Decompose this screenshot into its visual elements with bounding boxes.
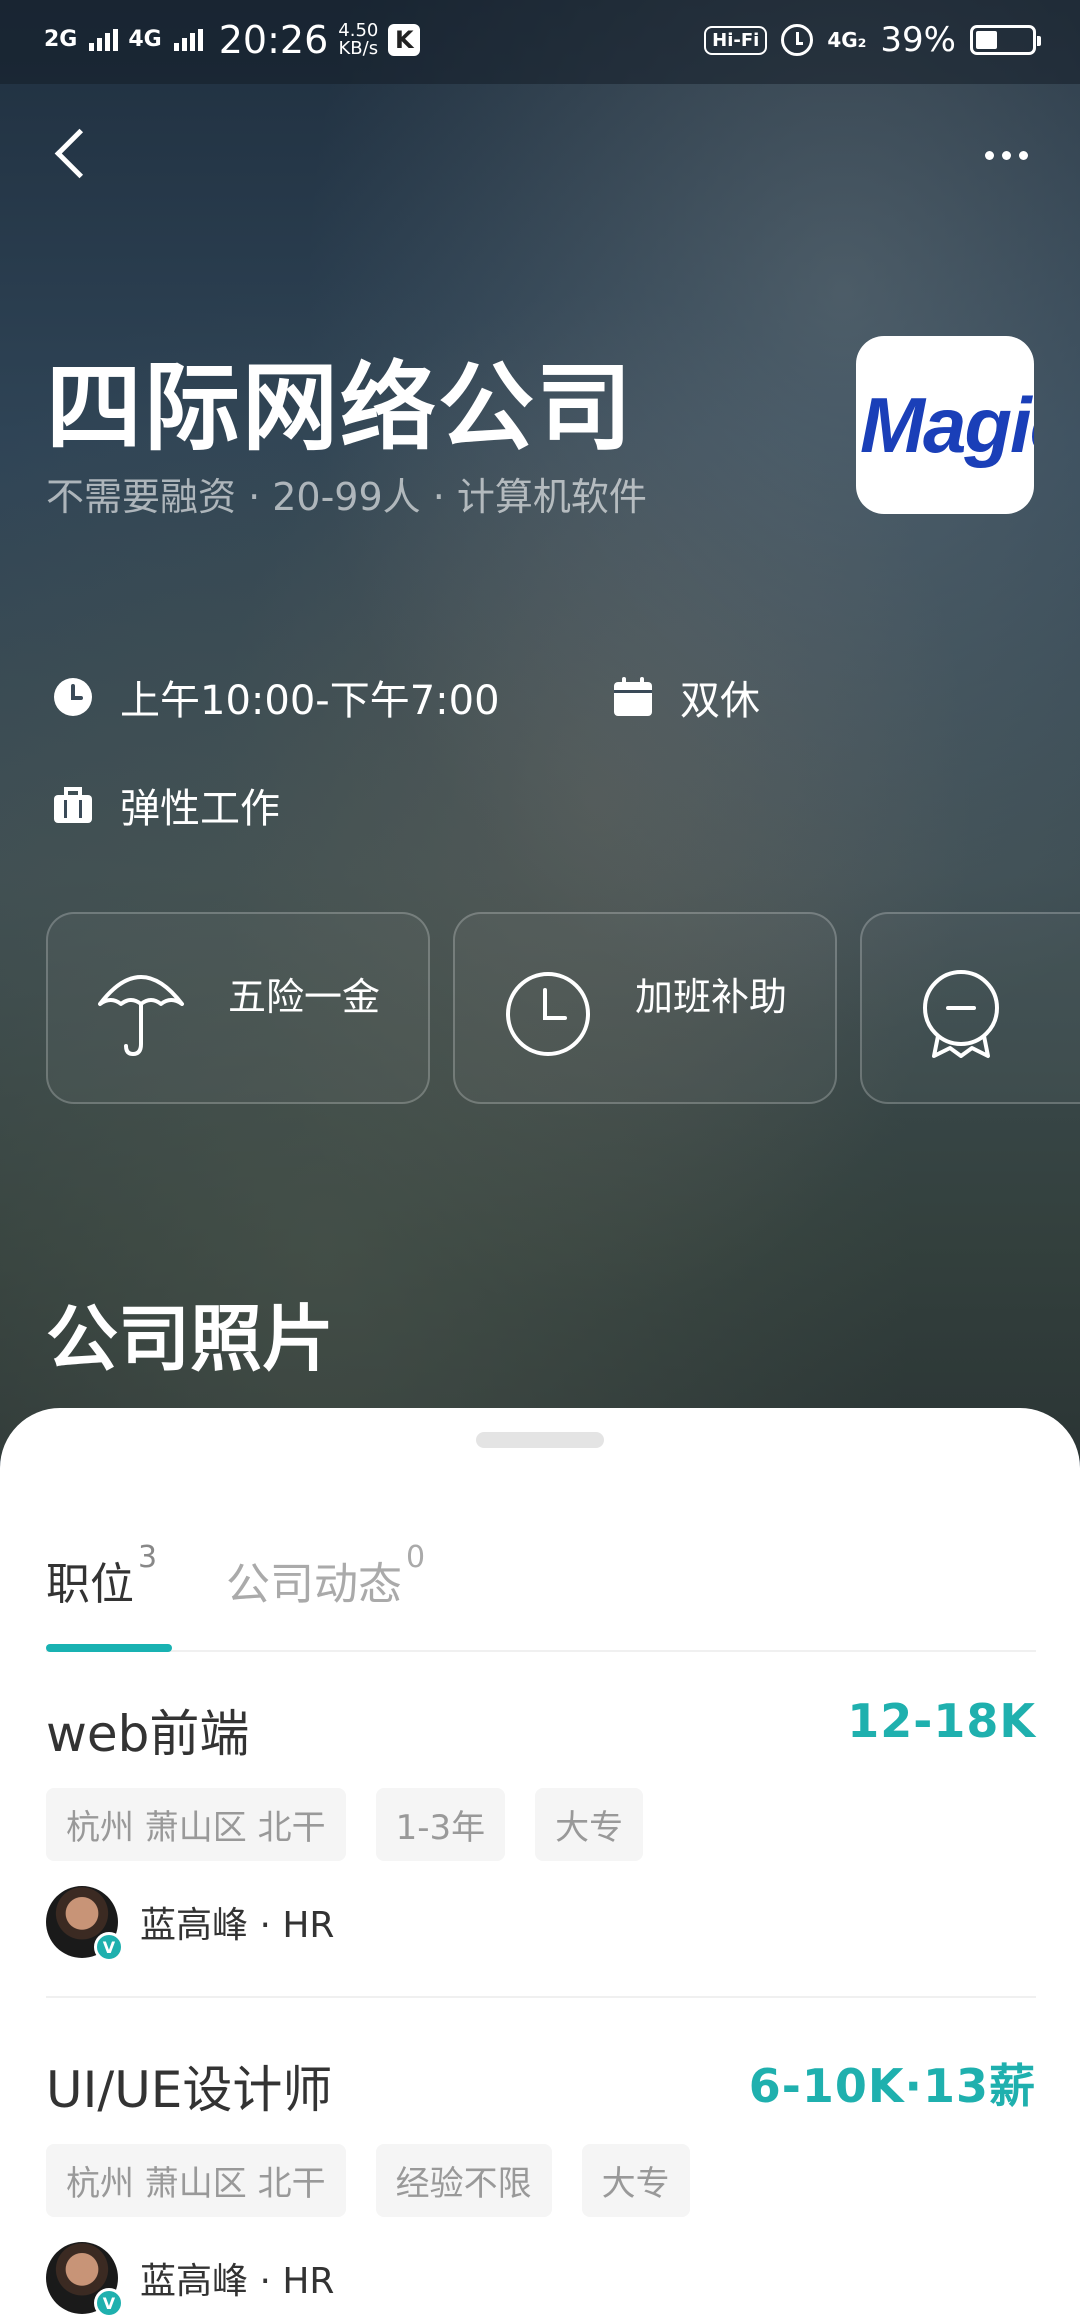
verified-badge-icon: V xyxy=(94,1932,124,1962)
recruiter-name: 蓝高峰 · HR xyxy=(140,2261,335,2302)
company-logo-text: Magic xyxy=(860,380,1034,469)
flex-work-text: 弹性工作 xyxy=(120,786,280,832)
clock-time: 20:26 xyxy=(218,18,329,62)
alarm-icon xyxy=(781,24,814,56)
company-header-background xyxy=(0,0,1080,1460)
status-bar: 2G 4G 20:26 4.50 KB/s K Hi-Fi 4G₂ 39% xyxy=(0,0,1080,84)
medal-icon xyxy=(923,970,999,1058)
verified-badge-icon: V xyxy=(94,2288,124,2316)
sheet-drag-handle[interactable] xyxy=(476,1432,604,1448)
battery-icon xyxy=(970,25,1041,55)
tab-company-news-label: 公司动态 xyxy=(226,1559,402,1610)
hifi-icon: Hi-Fi xyxy=(704,25,768,55)
job-tags: 杭州 萧山区 北干 经验不限 大专 xyxy=(46,2144,690,2217)
weekend-row: 双休 xyxy=(612,668,760,726)
jobs-sheet: 职位3 公司动态0 web前端 12-18K 杭州 萧山区 北干 1-3年 大专… xyxy=(0,1408,1080,2316)
battery-percent: 39% xyxy=(880,20,956,60)
recruiter: V 蓝高峰 · HR xyxy=(46,2242,335,2316)
company-photos-title: 公司照片 xyxy=(46,1297,335,1381)
job-title: web前端 xyxy=(46,1705,250,1763)
tab-bar: 职位3 公司动态0 xyxy=(46,1540,1036,1652)
back-button[interactable] xyxy=(44,120,104,190)
job-location-tag: 杭州 萧山区 北干 xyxy=(46,1788,346,1861)
benefit-label: 五险一金 xyxy=(228,975,381,1019)
avatar: V xyxy=(46,2242,124,2316)
tab-positions-label: 职位 xyxy=(46,1559,134,1610)
job-education-tag: 大专 xyxy=(581,2144,690,2217)
company-name: 四际网络公司 xyxy=(46,352,634,464)
benefit-card[interactable]: 加班补助 xyxy=(453,912,837,1104)
tab-company-news-count: 0 xyxy=(406,1540,426,1575)
job-experience-tag: 1-3年 xyxy=(375,1788,506,1861)
battery-fill xyxy=(976,31,997,49)
tab-positions[interactable]: 职位3 xyxy=(46,1540,157,1612)
job-item[interactable]: UI/UE设计师 6-10K·13薪 杭州 萧山区 北干 经验不限 大专 V 蓝… xyxy=(46,2050,1036,2316)
network-speed-unit: KB/s xyxy=(338,38,379,59)
tab-positions-count: 3 xyxy=(138,1540,158,1575)
avatar: V xyxy=(46,1886,124,1962)
umbrella-icon xyxy=(98,975,184,1057)
benefit-label: 加班补助 xyxy=(635,975,788,1019)
job-title: UI/UE设计师 xyxy=(46,2061,333,2119)
work-hours-text: 上午10:00-下午7:00 xyxy=(120,678,500,724)
company-logo: Magic xyxy=(856,336,1034,514)
job-experience-tag: 经验不限 xyxy=(375,2144,552,2217)
clock-icon xyxy=(506,972,590,1056)
calendar-icon xyxy=(614,677,652,716)
weekend-text: 双休 xyxy=(680,678,760,724)
benefit-card[interactable] xyxy=(860,912,1080,1104)
job-salary: 12-18K xyxy=(847,1694,1036,1748)
benefit-card[interactable]: 五险一金 xyxy=(46,912,430,1104)
job-item[interactable]: web前端 12-18K 杭州 萧山区 北干 1-3年 大专 V 蓝高峰 · H… xyxy=(46,1694,1036,1962)
signal-bars-icon xyxy=(89,29,119,51)
job-education-tag: 大专 xyxy=(535,1788,644,1861)
active-tab-indicator xyxy=(46,1644,172,1652)
app-notification-icon: K xyxy=(388,24,421,56)
flex-work-row: 弹性工作 xyxy=(52,776,280,834)
signal-2g-label: 2G xyxy=(44,27,78,52)
job-tags: 杭州 萧山区 北干 1-3年 大专 xyxy=(46,1788,644,1861)
more-options-button[interactable] xyxy=(976,140,1036,170)
company-meta: 不需要融资 · 20-99人 · 计算机软件 xyxy=(46,475,647,519)
briefcase-icon xyxy=(54,787,92,823)
tab-company-news[interactable]: 公司动态0 xyxy=(226,1540,425,1612)
signal-4g-label: 4G xyxy=(128,27,162,52)
recruiter-name: 蓝高峰 · HR xyxy=(140,1905,335,1946)
divider xyxy=(46,1996,1036,1998)
job-location-tag: 杭州 萧山区 北干 xyxy=(46,2144,346,2217)
signal-bars-icon xyxy=(173,29,203,51)
work-hours-row: 上午10:00-下午7:00 xyxy=(52,668,500,726)
network-speed: 4.50 KB/s xyxy=(338,22,378,58)
clock-icon xyxy=(54,678,92,716)
network-type: 4G₂ xyxy=(827,28,867,52)
job-salary: 6-10K·13薪 xyxy=(748,2059,1036,2113)
recruiter: V 蓝高峰 · HR xyxy=(46,1886,335,1962)
